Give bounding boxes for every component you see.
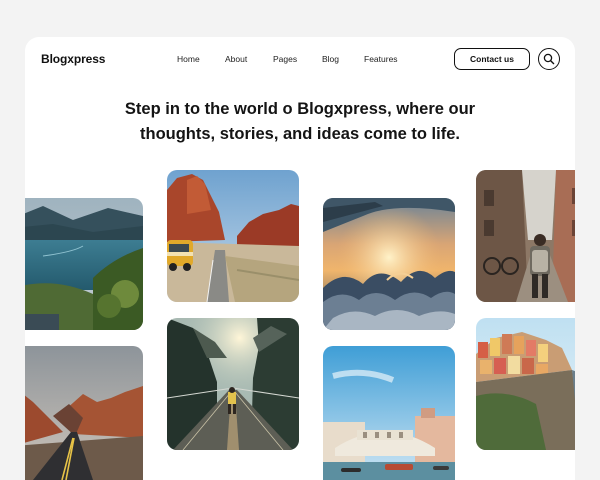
search-button[interactable] [538,48,560,70]
nav-pages[interactable]: Pages [273,54,297,64]
desert-van-road-photo[interactable] [167,170,299,302]
nav-home[interactable]: Home [177,54,200,64]
alley-backpacker-image [476,170,575,302]
canyon-highway-image [25,346,143,480]
desert-van-image [167,170,299,302]
airplane-sunset-clouds-photo[interactable] [323,198,455,330]
suspension-bridge-image [167,318,299,450]
nav-about[interactable]: About [225,54,247,64]
airplane-clouds-image [323,198,455,330]
lake-valley-image [25,198,143,330]
nav-blog[interactable]: Blog [322,54,339,64]
contact-us-button[interactable]: Contact us [454,48,530,70]
venice-image [323,346,455,480]
suspension-bridge-hiker-photo[interactable] [167,318,299,450]
hero-headline: Step in to the world o Blogxpress, where… [25,97,575,147]
nav-features[interactable]: Features [364,54,398,64]
venice-rialto-photo[interactable] [323,346,455,480]
top-navigation: Blogxpress Home About Pages Blog Feature… [25,37,575,81]
page-card: Blogxpress Home About Pages Blog Feature… [25,37,575,480]
hero-line-1: Step in to the world o Blogxpress, where… [124,100,476,118]
hero-line-2: thoughts, stories, and ideas come to lif… [140,125,460,143]
search-icon [543,53,555,65]
cinque-terre-image [476,318,575,450]
canyon-highway-photo[interactable] [25,346,143,480]
lake-valley-photo[interactable] [25,198,143,330]
cinque-terre-village-photo[interactable] [476,318,575,450]
alley-backpacker-photo[interactable] [476,170,575,302]
